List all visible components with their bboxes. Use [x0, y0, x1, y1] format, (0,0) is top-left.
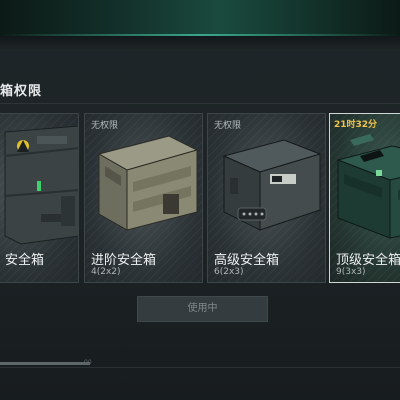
- safe-box-icon: [222, 139, 322, 231]
- safe-box-icon: [4, 126, 78, 245]
- case-name: 高级安全箱: [214, 253, 280, 268]
- case-name: 顶级安全箱: [336, 253, 400, 268]
- case-name: 安全箱: [5, 253, 45, 268]
- case-size: 6(2x3): [214, 267, 244, 277]
- case-card-basic[interactable]: 安全箱: [0, 113, 79, 283]
- case-card-premium[interactable]: 无权限 高级安全箱 6(2x3): [207, 113, 326, 283]
- in-use-button[interactable]: 使用中: [137, 296, 268, 322]
- top-banner: [0, 0, 400, 36]
- top-shadow: [0, 36, 400, 50]
- case-card-top[interactable]: 21时32分 顶级安全箱 9(3x3): [329, 113, 400, 283]
- safe-box-icon: [336, 134, 400, 239]
- case-size: 4(2x2): [91, 267, 121, 277]
- safe-box-screen: 箱权限 安全箱 无权限 进阶安全箱 4(2x2) 无权限 高级安全箱 6(2x3…: [0, 0, 400, 400]
- case-size: 9(3x3): [336, 267, 366, 277]
- bottom-divider: [0, 367, 400, 368]
- progress-label: 00: [84, 359, 92, 366]
- progress-bar: [0, 362, 90, 365]
- safe-box-icon: [97, 135, 199, 231]
- title-divider: [0, 103, 400, 104]
- case-card-advanced[interactable]: 无权限 进阶安全箱 4(2x2): [84, 113, 203, 283]
- section-title: 箱权限: [0, 84, 43, 99]
- case-name: 进阶安全箱: [91, 253, 157, 268]
